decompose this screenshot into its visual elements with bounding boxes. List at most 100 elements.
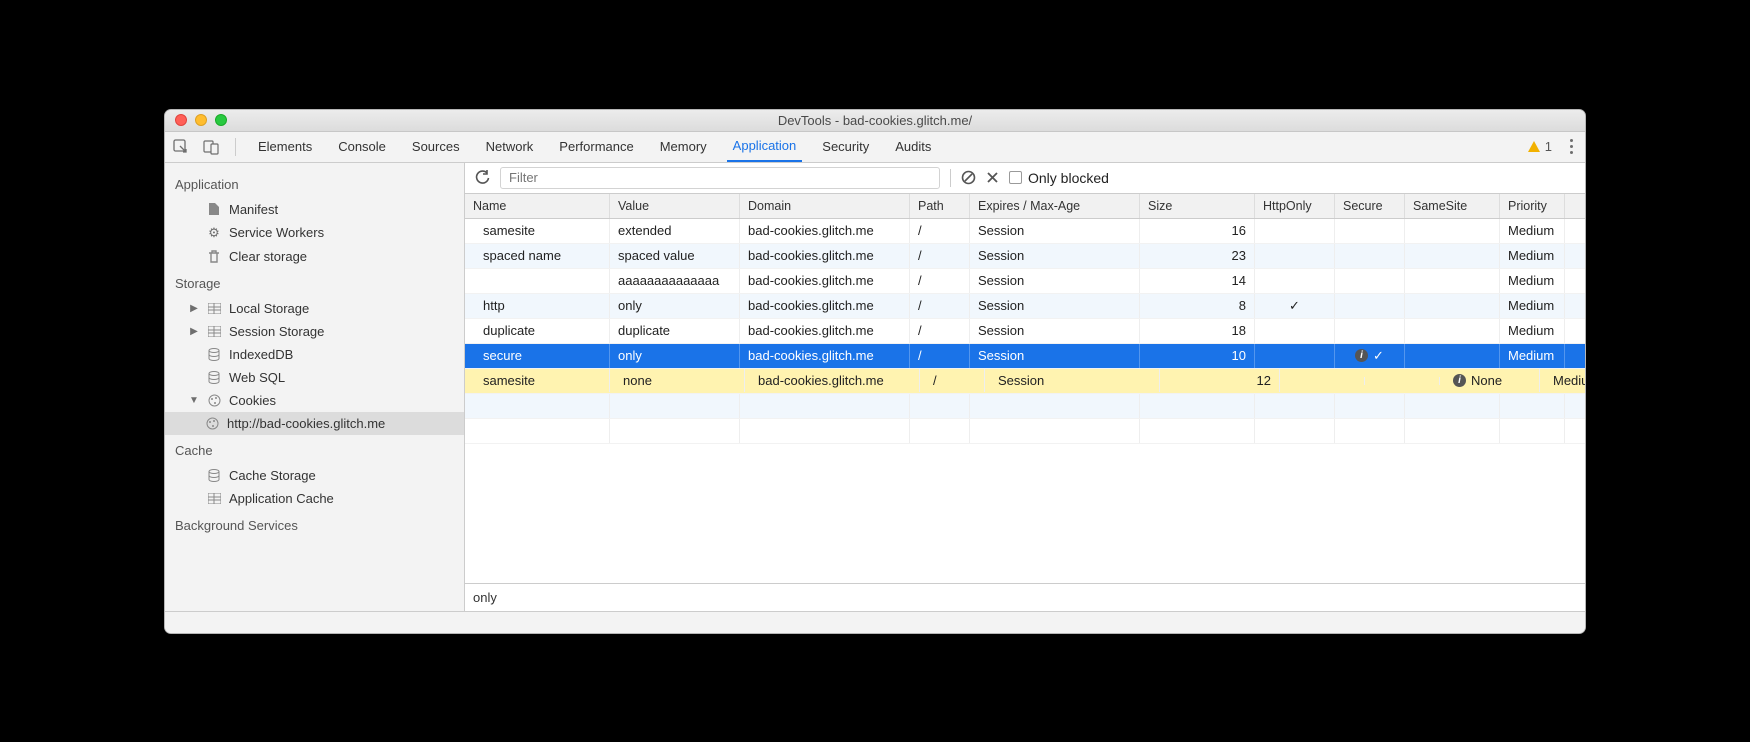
gear-icon: ⚙ xyxy=(207,225,221,241)
only-blocked-label: Only blocked xyxy=(1028,170,1109,186)
table-row[interactable]: httponlybad-cookies.glitch.me/Session8✓M… xyxy=(465,294,1585,319)
refresh-icon[interactable] xyxy=(475,170,490,185)
only-blocked-toggle[interactable]: Only blocked xyxy=(1009,170,1109,186)
table-icon xyxy=(207,303,221,314)
cell-secure xyxy=(1335,269,1405,293)
table-row[interactable]: spaced namespaced valuebad-cookies.glitc… xyxy=(465,244,1585,269)
checkbox-icon xyxy=(1009,171,1022,184)
col-secure[interactable]: Secure xyxy=(1335,194,1405,218)
tab-application[interactable]: Application xyxy=(727,132,803,162)
table-row[interactable]: aaaaaaaaaaaaaabad-cookies.glitch.me/Sess… xyxy=(465,269,1585,294)
sidebar-heading-application: Application xyxy=(165,169,464,198)
cell-httponly xyxy=(1255,319,1335,343)
sidebar-item-local-storage[interactable]: ▶Local Storage xyxy=(165,297,464,320)
col-name[interactable]: Name xyxy=(465,194,610,218)
cell-size: 18 xyxy=(1140,319,1255,343)
table-row[interactable]: secureonlybad-cookies.glitch.me/Session1… xyxy=(465,344,1585,369)
cell-size: 8 xyxy=(1140,294,1255,318)
caret-down-icon: ▼ xyxy=(189,395,199,406)
cell-path: / xyxy=(910,269,970,293)
col-size[interactable]: Size xyxy=(1140,194,1255,218)
sidebar-item-cookies[interactable]: ▼ Cookies xyxy=(165,389,464,412)
cell-secure: i✓ xyxy=(1335,344,1405,368)
cookie-detail-value: only xyxy=(465,583,1585,611)
tab-security[interactable]: Security xyxy=(816,132,875,162)
sidebar-item-label: Session Storage xyxy=(229,324,324,339)
cell-samesite xyxy=(1405,294,1500,318)
sidebar-item-label: http://bad-cookies.glitch.me xyxy=(227,416,385,431)
device-toggle-icon[interactable] xyxy=(203,139,219,155)
database-icon xyxy=(207,371,221,384)
tab-label: Security xyxy=(822,139,869,154)
cell-domain: bad-cookies.glitch.me xyxy=(750,369,920,392)
cell-value: none xyxy=(615,369,745,392)
col-priority[interactable]: Priority xyxy=(1500,194,1565,218)
table-row[interactable]: samesiteextendedbad-cookies.glitch.me/Se… xyxy=(465,219,1585,244)
sidebar-item-cache-storage[interactable]: Cache Storage xyxy=(165,464,464,487)
table-icon xyxy=(207,493,221,504)
tab-elements[interactable]: Elements xyxy=(252,132,318,162)
sidebar-item-label: Clear storage xyxy=(229,249,307,264)
caret-right-icon: ▶ xyxy=(189,303,199,314)
cell-priority: Medium xyxy=(1500,219,1565,243)
inspect-icon[interactable] xyxy=(173,139,189,155)
tab-memory[interactable]: Memory xyxy=(654,132,713,162)
cell-priority: Medium xyxy=(1545,369,1585,392)
sidebar-item-manifest[interactable]: Manifest xyxy=(165,198,464,221)
col-path[interactable]: Path xyxy=(910,194,970,218)
sidebar-item-session-storage[interactable]: ▶Session Storage xyxy=(165,320,464,343)
cell-path: / xyxy=(910,344,970,368)
devtools-window: DevTools - bad-cookies.glitch.me/ Elemen… xyxy=(164,109,1586,634)
warnings-indicator[interactable]: 1 xyxy=(1528,139,1552,154)
cell-path: / xyxy=(910,219,970,243)
col-domain[interactable]: Domain xyxy=(740,194,910,218)
delete-selected-icon[interactable] xyxy=(986,171,999,184)
sidebar-item-service-workers[interactable]: ⚙Service Workers xyxy=(165,221,464,245)
col-expires[interactable]: Expires / Max-Age xyxy=(970,194,1140,218)
tab-network[interactable]: Network xyxy=(480,132,540,162)
sidebar-item-application-cache[interactable]: Application Cache xyxy=(165,487,464,510)
cell-name: secure xyxy=(465,344,610,368)
application-sidebar: Application Manifest ⚙Service Workers Cl… xyxy=(165,163,465,611)
cell-value: aaaaaaaaaaaaaa xyxy=(610,269,740,293)
table-row[interactable]: duplicateduplicatebad-cookies.glitch.me/… xyxy=(465,319,1585,344)
cell-domain: bad-cookies.glitch.me xyxy=(740,294,910,318)
cell-path: / xyxy=(925,369,985,392)
table-row[interactable]: samesitenonebad-cookies.glitch.me/Sessio… xyxy=(465,369,1585,394)
col-value[interactable]: Value xyxy=(610,194,740,218)
tab-label: Console xyxy=(338,139,386,154)
cell-name: spaced name xyxy=(465,244,610,268)
col-samesite[interactable]: SameSite xyxy=(1405,194,1500,218)
clear-all-icon[interactable] xyxy=(961,170,976,185)
cell-httponly xyxy=(1285,377,1365,385)
cell-value: spaced value xyxy=(610,244,740,268)
cell-httponly xyxy=(1255,344,1335,368)
table-row-empty[interactable] xyxy=(465,419,1585,444)
tab-performance[interactable]: Performance xyxy=(553,132,639,162)
cell-value: only xyxy=(610,294,740,318)
sidebar-item-label: Manifest xyxy=(229,202,278,217)
cookie-icon xyxy=(207,394,221,407)
tab-console[interactable]: Console xyxy=(332,132,392,162)
trash-icon xyxy=(207,250,221,263)
sidebar-item-label: Cookies xyxy=(229,393,276,408)
cell-domain: bad-cookies.glitch.me xyxy=(740,319,910,343)
cell-samesite xyxy=(1405,244,1500,268)
cell-secure xyxy=(1335,319,1405,343)
cell-size: 14 xyxy=(1140,269,1255,293)
more-menu-icon[interactable] xyxy=(1566,135,1577,158)
warning-icon xyxy=(1528,141,1540,152)
sidebar-item-clear-storage[interactable]: Clear storage xyxy=(165,245,464,268)
sidebar-item-indexeddb[interactable]: IndexedDB xyxy=(165,343,464,366)
tab-sources[interactable]: Sources xyxy=(406,132,466,162)
col-httponly[interactable]: HttpOnly xyxy=(1255,194,1335,218)
sidebar-item-cookie-origin[interactable]: http://bad-cookies.glitch.me xyxy=(165,412,464,435)
tab-audits[interactable]: Audits xyxy=(889,132,937,162)
cell-expires: Session xyxy=(970,219,1140,243)
window-title: DevTools - bad-cookies.glitch.me/ xyxy=(165,113,1585,128)
file-icon xyxy=(207,202,221,216)
sidebar-item-websql[interactable]: Web SQL xyxy=(165,366,464,389)
cell-samesite xyxy=(1405,269,1500,293)
filter-input[interactable] xyxy=(500,167,940,189)
table-row-empty[interactable] xyxy=(465,394,1585,419)
